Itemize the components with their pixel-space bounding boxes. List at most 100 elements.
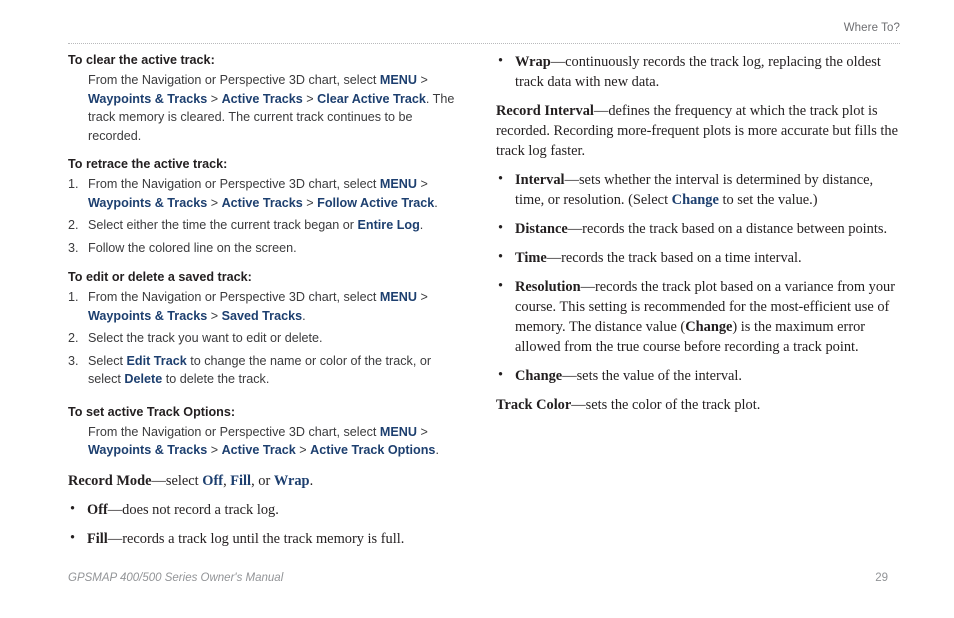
record-mode-bullets: • Off—does not record a track log. • Fill—…: [68, 500, 464, 549]
text-prefix: Follow the colored line on the screen.: [88, 240, 297, 255]
path-separator: >: [207, 443, 222, 457]
header-divider: [68, 43, 900, 44]
term-resolution: Resolution: [515, 279, 581, 295]
ui-edit-track-label: Edit Track: [126, 353, 187, 368]
list-item: • Wrap—continuously records the track log…: [496, 52, 900, 92]
interval-bullet-list: • Interval—sets whether the interval is d…: [496, 170, 900, 386]
ui-menu-label: MENU: [379, 424, 417, 439]
list-item: • Resolution—records the track plot based…: [496, 277, 900, 357]
text-suffix: to set the value.): [718, 192, 818, 208]
text-prefix: Select either the time the current track…: [88, 218, 358, 232]
text-prefix: From the Navigation or Perspective 3D ch…: [88, 177, 380, 191]
section-clear-active-track: To clear the active track: From the Navi…: [68, 52, 464, 145]
step-list: 1. From the Navigation or Perspective 3D …: [68, 288, 464, 389]
path-separator: >: [302, 91, 318, 106]
bullet-icon: •: [498, 278, 504, 294]
right-column: • Wrap—continuously records the track log…: [496, 52, 900, 424]
text-prefix: From the Navigation or Perspective 3D ch…: [88, 424, 380, 439]
section-heading: To set active Track Options:: [68, 404, 236, 419]
section-heading: To edit or delete a saved track:: [68, 270, 252, 284]
definition-text: —records the track based on a time inter…: [546, 250, 802, 266]
section-record-mode: Record Mode—select Off, Fill, or Wrap. •…: [68, 471, 464, 549]
ui-path-1: Waypoints & Tracks: [88, 443, 208, 457]
definition-text: —continuously records the track log, rep…: [515, 54, 881, 90]
page-footer: GPSMAP 400/500 Series Owner's Manual 29: [68, 572, 900, 588]
list-item: 3. Select Edit Track to change the name o…: [68, 352, 464, 389]
ui-option-wrap: Wrap: [273, 472, 310, 489]
path-separator: >: [295, 443, 311, 457]
footer-page-number: 29: [875, 572, 888, 584]
ui-path-3: Follow Active Track: [317, 195, 435, 210]
definition-text: —does not record a track log.: [107, 501, 279, 518]
step-number: 2.: [68, 331, 79, 345]
ui-path-2: Saved Tracks: [221, 308, 303, 323]
section-paragraph: From the Navigation or Perspective 3D ch…: [88, 71, 464, 145]
track-color-paragraph: Track Color—sets the color of the track …: [496, 395, 900, 415]
term-distance: Distance: [515, 221, 568, 237]
section-heading: To retrace the active track:: [68, 157, 228, 171]
definition-text: —records a track log until the track mem…: [107, 530, 405, 547]
term-record-interval: Record Interval: [496, 103, 594, 119]
list-item: • Interval—sets whether the interval is d…: [496, 170, 900, 210]
bullet-icon: •: [498, 171, 504, 187]
ui-path-1: Waypoints & Tracks: [88, 195, 208, 210]
text-suffix: .: [419, 218, 424, 232]
section-set-active-track-options: To set active Track Options: From the Na…: [68, 404, 464, 460]
ui-path-2: Active Tracks: [221, 91, 303, 106]
left-column: To clear the active track: From the Navi…: [68, 52, 464, 558]
record-interval-paragraph: Record Interval—defines the frequency at…: [496, 101, 900, 161]
text-period: .: [309, 472, 314, 489]
ui-path-1: Waypoints & Tracks: [88, 91, 208, 106]
list-item: 2. Select the track you want to edit or d…: [68, 329, 464, 348]
list-item: • Change—sets the value of the interval.: [496, 366, 900, 386]
text-suffix: .: [434, 195, 438, 210]
path-separator: >: [416, 424, 428, 439]
term-wrap: Wrap: [515, 54, 551, 70]
footer-manual-title: GPSMAP 400/500 Series Owner's Manual: [68, 572, 284, 584]
list-item: • Distance—records the track based on a d…: [496, 219, 900, 239]
path-separator: >: [416, 290, 428, 304]
text-suffix: .: [302, 308, 306, 323]
text-prefix: From the Navigation or Perspective 3D ch…: [88, 73, 380, 87]
text-suffix: .: [435, 443, 439, 457]
section-edit-delete-saved-track: To edit or delete a saved track: 1. From …: [68, 269, 464, 389]
page-header: Where To?: [68, 22, 900, 44]
ui-path-2: Active Tracks: [221, 195, 303, 210]
bullet-icon: •: [498, 367, 504, 383]
text-suffix: to delete the track.: [162, 372, 270, 386]
ui-path-3: Clear Active Track: [317, 91, 426, 106]
path-separator: >: [302, 195, 318, 210]
wrap-bullet-list: • Wrap—continuously records the track log…: [496, 52, 900, 92]
list-item: 2. Select either the time the current tra…: [68, 216, 464, 235]
list-item: 1. From the Navigation or Perspective 3D …: [68, 175, 464, 212]
path-separator: >: [207, 308, 222, 323]
term-record-mode: Record Mode: [68, 472, 152, 489]
ui-option-fill: Fill: [230, 472, 252, 489]
ui-emphasis: Entire Log: [357, 218, 420, 232]
term-interval: Interval: [515, 172, 565, 188]
path-separator: >: [416, 73, 428, 87]
ui-menu-label: MENU: [379, 290, 417, 304]
term-off: Off: [87, 501, 108, 518]
text-prefix: Select: [88, 353, 127, 368]
text-prefix: Select the track you want to edit or del…: [88, 331, 323, 345]
term-fill: Fill: [87, 530, 108, 547]
list-item: • Fill—records a track log until the trac…: [68, 529, 464, 549]
ui-path-3: Active Track Options: [310, 443, 436, 457]
ui-change-label: Change: [671, 192, 719, 208]
ui-menu-label: MENU: [379, 73, 417, 87]
list-item: 1. From the Navigation or Perspective 3D …: [68, 288, 464, 325]
step-number: 1.: [68, 177, 79, 191]
term-change: Change: [515, 368, 563, 384]
record-mode-paragraph: Record Mode—select Off, Fill, or Wrap.: [68, 471, 464, 491]
text-dash: —select: [151, 472, 203, 489]
ui-delete-label: Delete: [124, 372, 163, 386]
header-title: Where To?: [843, 22, 900, 34]
definition-text: —records the track based on a distance b…: [567, 221, 888, 237]
text-comma: , or: [251, 472, 274, 489]
ui-path-2: Active Track: [221, 443, 296, 457]
